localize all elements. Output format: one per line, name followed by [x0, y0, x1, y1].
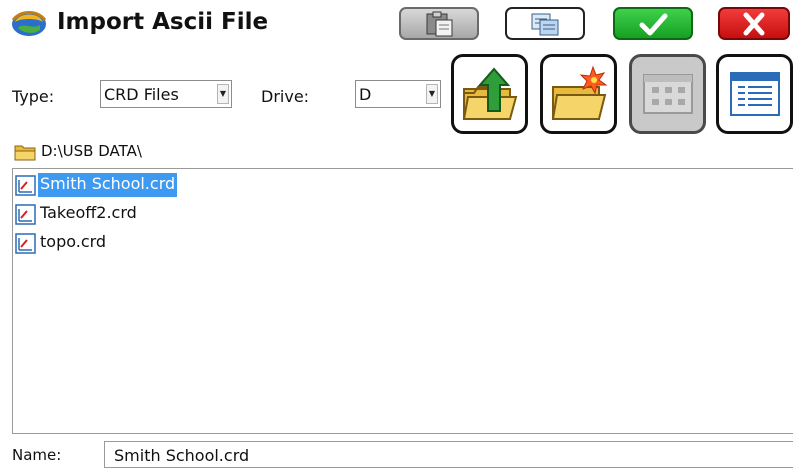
chevron-down-icon[interactable]: ▼	[217, 84, 229, 104]
path-text: D:\USB DATA\	[41, 142, 142, 160]
close-icon	[743, 12, 765, 36]
type-label: Type:	[12, 87, 55, 106]
crd-file-icon	[15, 204, 36, 225]
drive-select[interactable]: D ▼	[355, 80, 441, 108]
paste-icon	[426, 11, 453, 37]
copy-button[interactable]	[505, 7, 585, 40]
crd-file-icon	[15, 233, 36, 254]
window-title: Import Ascii File	[57, 9, 269, 35]
ok-button[interactable]	[613, 7, 693, 40]
checkmark-icon	[639, 13, 668, 36]
file-list[interactable]: Smith School.crd Takeoff2.crd topo.crd	[12, 168, 793, 434]
file-name: Takeoff2.crd	[40, 203, 137, 222]
list-view-button[interactable]	[716, 54, 793, 134]
type-value: CRD Files	[104, 85, 179, 104]
file-name: topo.crd	[40, 232, 107, 251]
drive-value: D	[359, 85, 372, 104]
new-folder-icon	[551, 65, 608, 120]
close-button[interactable]	[718, 7, 790, 40]
drive-label: Drive:	[261, 87, 310, 106]
crd-file-icon	[15, 175, 36, 196]
name-label: Name:	[12, 446, 62, 464]
chevron-down-icon[interactable]: ▼	[426, 84, 438, 104]
copy-icon	[531, 13, 559, 36]
grid-view-button[interactable]	[629, 54, 706, 134]
type-select[interactable]: CRD Files ▼	[100, 80, 232, 108]
paste-button[interactable]	[399, 7, 479, 40]
folder-icon	[14, 145, 36, 161]
globe-icon	[9, 8, 49, 38]
folder-up-button[interactable]	[451, 54, 528, 134]
new-folder-button[interactable]	[540, 54, 617, 134]
list-view-icon	[730, 72, 780, 116]
grid-view-icon	[643, 74, 693, 114]
folder-up-icon	[462, 67, 518, 120]
title-bar: Import Ascii File	[0, 0, 793, 46]
name-input[interactable]	[105, 442, 793, 467]
name-field[interactable]	[104, 441, 793, 468]
file-name: Smith School.crd	[38, 173, 178, 197]
